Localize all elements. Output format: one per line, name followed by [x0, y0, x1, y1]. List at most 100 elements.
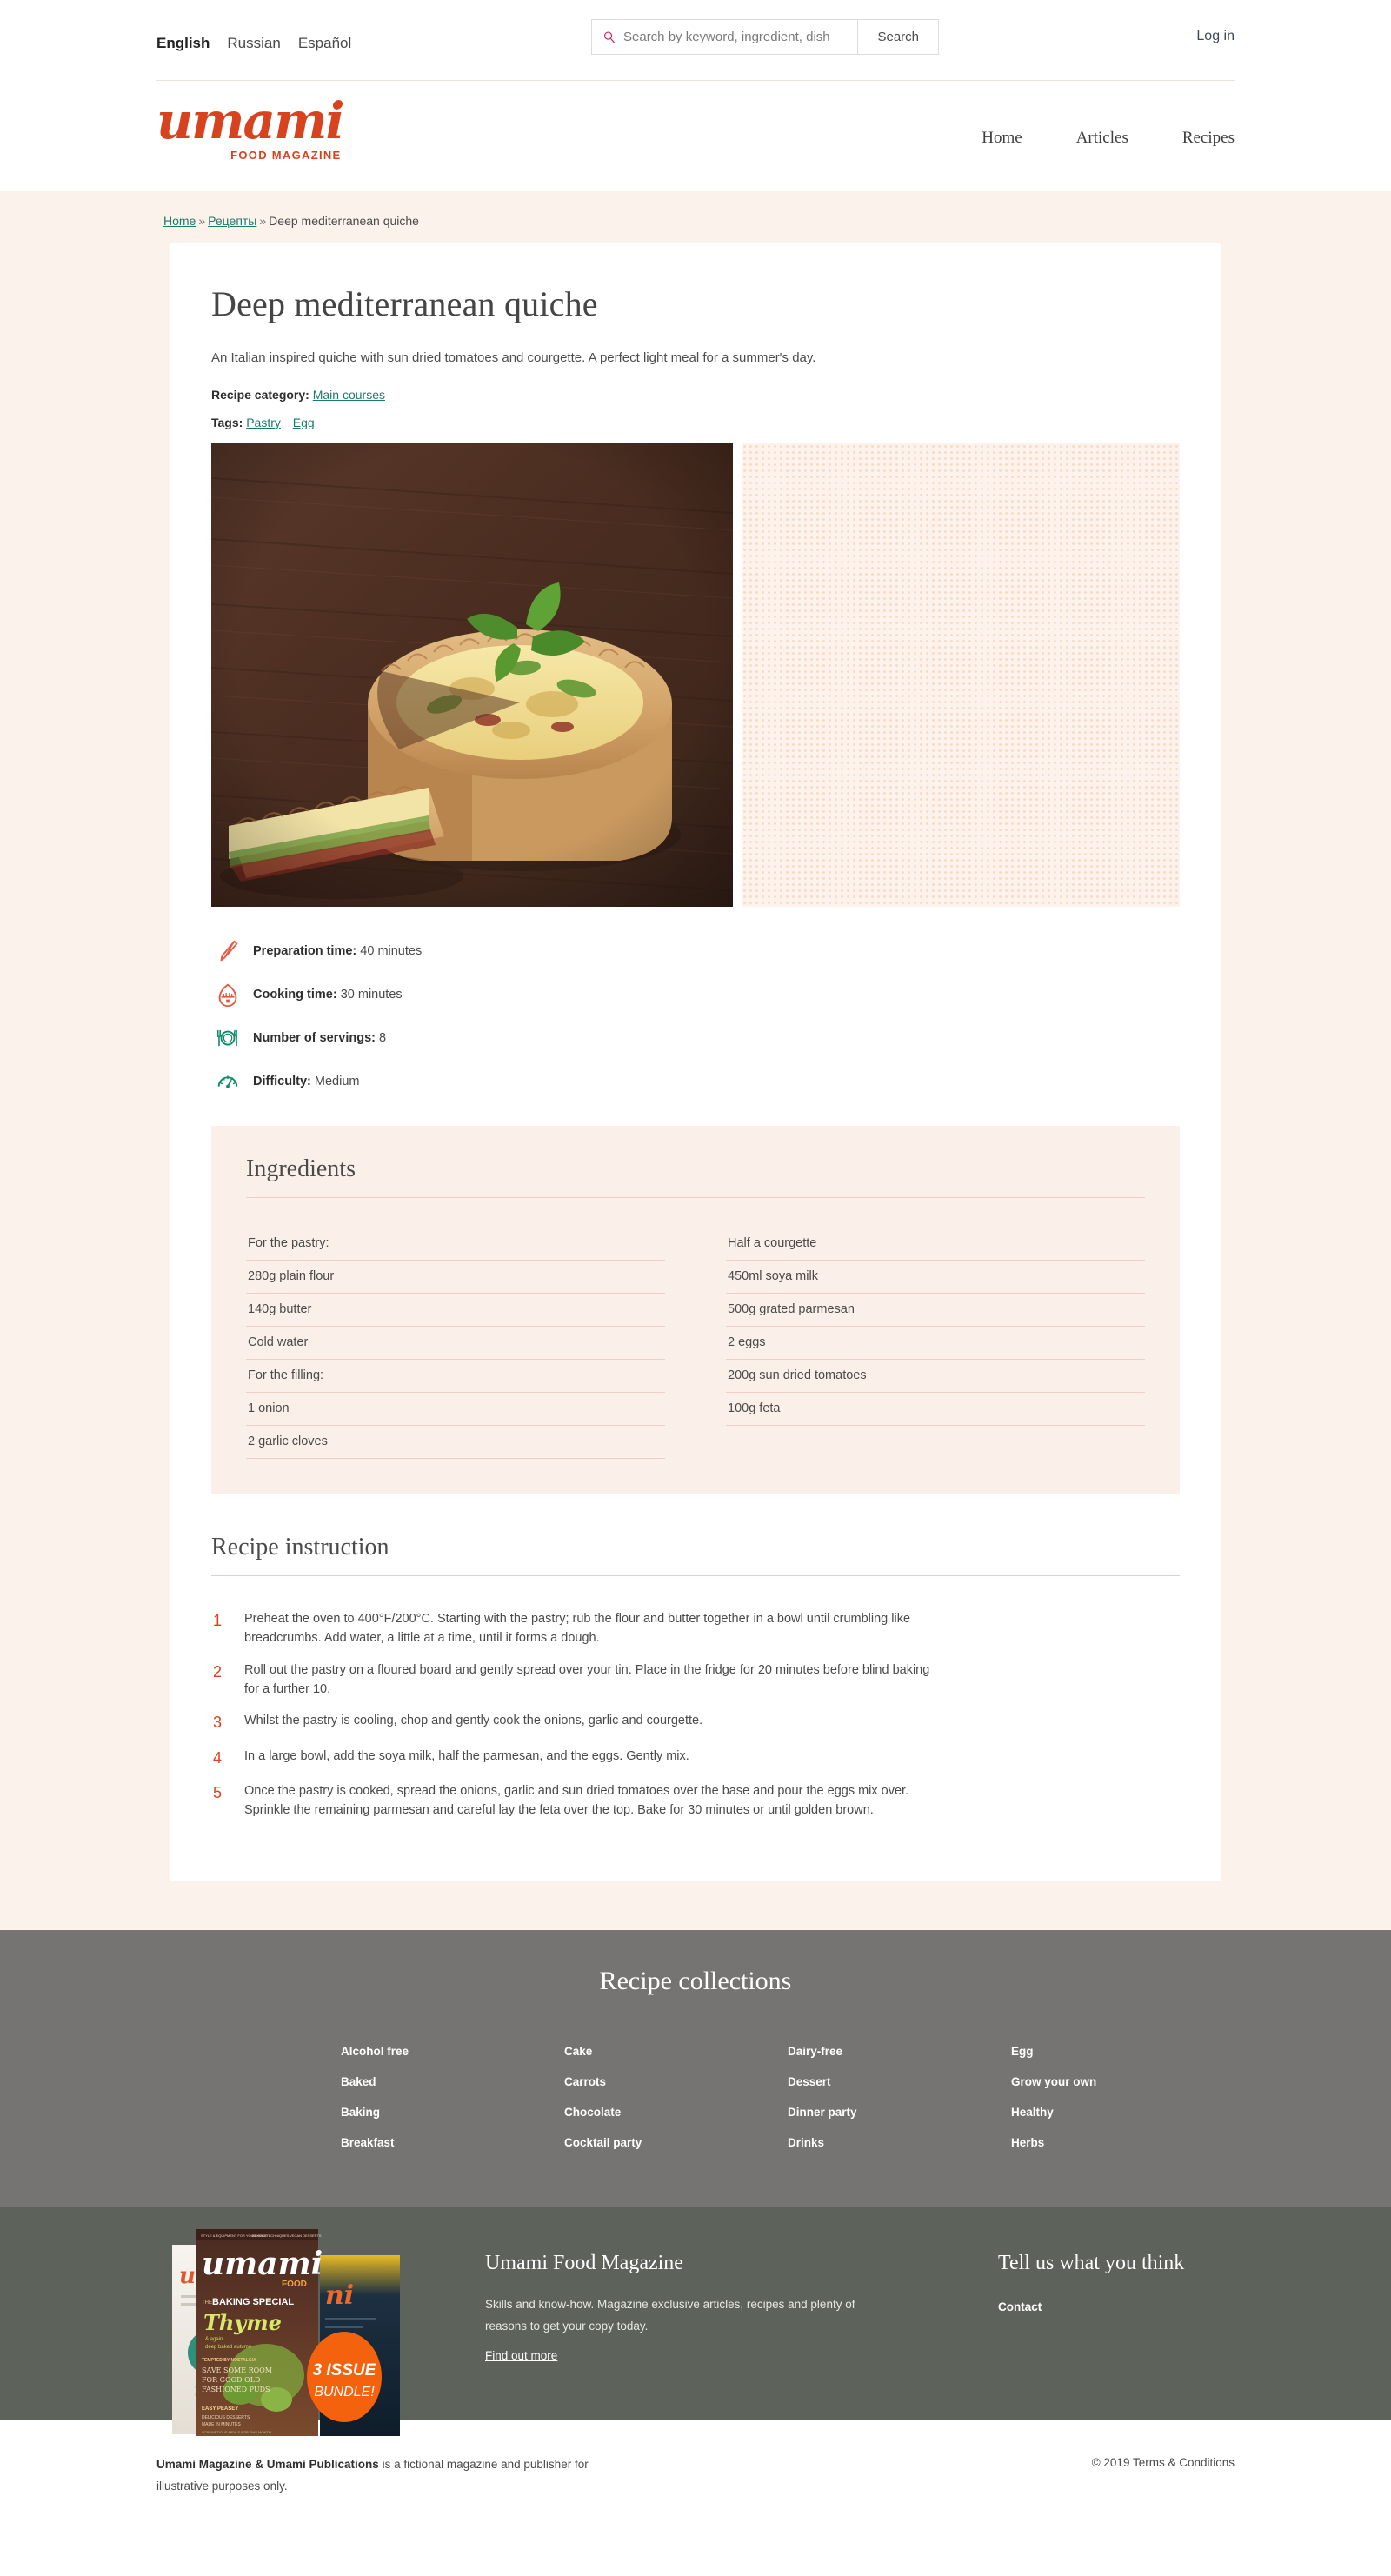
svg-text:MADE IN MINUTES: MADE IN MINUTES: [202, 2422, 241, 2427]
svg-text:SAVE SOME ROOM: SAVE SOME ROOM: [202, 2366, 272, 2374]
recipe-category-link[interactable]: Main courses: [313, 388, 385, 402]
svg-text:THE: THE: [202, 2300, 212, 2306]
fact-difficulty-text: Difficulty: Medium: [253, 1075, 359, 1088]
tag-link-egg[interactable]: Egg: [293, 416, 315, 429]
step-text: Whilst the pastry is cooling, chop and g…: [244, 1714, 703, 1728]
contact-link[interactable]: Contact: [998, 2300, 1042, 2313]
instruction-steps: 1 Preheat the oven to 400°F/200°C. Start…: [211, 1609, 1180, 1821]
promo-heading: Umami Food Magazine: [485, 2251, 683, 2274]
recipe-description: An Italian inspired quiche with sun drie…: [211, 350, 816, 366]
svg-text:BAKING TECHNIQUES: BAKING TECHNIQUES: [252, 2233, 290, 2238]
ingredients-section: Ingredients For the pastry: 280g plain f…: [211, 1125, 1180, 1494]
tag-link-pastry[interactable]: Pastry: [246, 416, 281, 429]
feedback-block: Tell us what you think Contact: [998, 2207, 1184, 2420]
collection-link[interactable]: Drinks: [788, 2127, 1011, 2158]
collection-link[interactable]: Breakfast: [341, 2127, 564, 2158]
instruction-step: 4 In a large bowl, add the soya milk, ha…: [213, 1747, 1180, 1769]
fact-preparation-value: 40 minutes: [360, 943, 423, 958]
nav-item-recipes[interactable]: Recipes: [1182, 129, 1235, 148]
collection-link[interactable]: Cake: [564, 2036, 788, 2067]
svg-text:SCRUMPTIOUS MEALS FOR THIS MON: SCRUMPTIOUS MEALS FOR THIS MONTH: [202, 2430, 271, 2434]
primary-navigation: Home Articles Recipes: [982, 129, 1235, 148]
language-option-russian[interactable]: Russian: [227, 36, 280, 50]
fact-preparation-text: Preparation time: 40 minutes: [253, 944, 422, 958]
breadcrumb-current: Deep mediterranean quiche: [269, 214, 419, 229]
search-button[interactable]: Search: [857, 20, 938, 54]
collection-link[interactable]: Dairy-free: [788, 2036, 1011, 2067]
ingredient-item: 200g sun dried tomatoes: [726, 1360, 1145, 1393]
ingredient-item: 280g plain flour: [246, 1261, 665, 1294]
masthead: umami FOOD MAGAZINE Home Articles Recipe…: [0, 85, 1391, 192]
breadcrumb-link-section[interactable]: Рецепты: [208, 214, 256, 228]
language-option-english[interactable]: English: [156, 36, 210, 50]
ingredient-item: 450ml soya milk: [726, 1261, 1145, 1294]
egg-timer-icon: [218, 983, 237, 1007]
ingredient-item: Half a courgette: [726, 1228, 1145, 1261]
fact-cooking-text: Cooking time: 30 minutes: [253, 988, 403, 1002]
page-title: Deep mediterranean quiche: [211, 284, 598, 324]
collection-link[interactable]: Alcohol free: [341, 2036, 564, 2067]
login-link[interactable]: Log in: [1196, 29, 1235, 44]
recipe-hero-image: [211, 443, 733, 907]
collection-link[interactable]: Healthy: [1011, 2097, 1235, 2127]
collection-link[interactable]: Baking: [341, 2097, 564, 2127]
ingredient-item: 140g butter: [246, 1294, 665, 1327]
collection-link[interactable]: Carrots: [564, 2067, 788, 2097]
ingredient-item: For the filling:: [246, 1360, 665, 1393]
ingredients-column-right: Half a courgette 450ml soya milk 500g gr…: [726, 1228, 1145, 1459]
step-number: 3: [213, 1714, 223, 1732]
collection-link[interactable]: Herbs: [1011, 2127, 1235, 2158]
ingredient-item: 1 onion: [246, 1393, 665, 1426]
svg-text:& again: & again: [205, 2337, 223, 2342]
breadcrumb-link-home[interactable]: Home: [163, 214, 196, 228]
step-number: 1: [213, 1611, 223, 1629]
ingredients-column-left: For the pastry: 280g plain flour 140g bu…: [246, 1228, 665, 1459]
site-logo[interactable]: umami FOOD MAGAZINE: [156, 96, 345, 163]
find-out-more-link[interactable]: Find out more: [485, 2349, 557, 2362]
search-input[interactable]: [623, 30, 858, 44]
step-number: 5: [213, 1783, 223, 1801]
svg-text:deep baked autumn: deep baked autumn: [205, 2345, 251, 2350]
collection-link[interactable]: Baked: [341, 2067, 564, 2097]
collection-link[interactable]: Cocktail party: [564, 2127, 788, 2158]
ingredients-heading: Ingredients: [246, 1155, 1145, 1198]
collection-link[interactable]: Dinner party: [788, 2097, 1011, 2127]
page-background: Home» Рецепты» Deep mediterranean quiche D…: [0, 191, 1391, 1930]
language-option-spanish[interactable]: Español: [298, 36, 351, 50]
svg-text:FOOD: FOOD: [282, 2280, 307, 2289]
step-text: Once the pastry is cooked, spread the on…: [244, 1783, 909, 1818]
recipe-tags-label: Tags:: [211, 415, 243, 429]
collection-link[interactable]: Egg: [1011, 2036, 1235, 2067]
fact-cooking-value: 30 minutes: [340, 987, 403, 1002]
instruction-step: 5 Once the pastry is cooked, spread the …: [213, 1781, 1180, 1821]
collection-link[interactable]: Dessert: [788, 2067, 1011, 2097]
instruction-step: 2 Roll out the pastry on a floured board…: [213, 1661, 1180, 1700]
ingredient-item: 2 eggs: [726, 1327, 1145, 1360]
collection-link[interactable]: Chocolate: [564, 2097, 788, 2127]
decorative-dot-pattern: [742, 443, 1180, 907]
recipe-facts: Preparation time: 40 minutes Cooking tim…: [211, 938, 1180, 1095]
ingredient-item: For the pastry:: [246, 1228, 665, 1261]
promo-body: Skills and know-how. Magazine exclusive …: [485, 2297, 855, 2333]
svg-text:EASY PEASEY: EASY PEASEY: [202, 2406, 238, 2412]
collection-link[interactable]: Grow your own: [1011, 2067, 1235, 2097]
svg-text:DELICIOUS DESSERTS: DELICIOUS DESSERTS: [202, 2415, 250, 2420]
nav-item-articles[interactable]: Articles: [1076, 129, 1128, 148]
fact-preparation-label: Preparation time:: [253, 943, 357, 958]
magazine-cover-stack-illustration: un ni STYLE & EQUIPMENT FOR YOUR HOME BA…: [172, 2228, 400, 2436]
terms-and-conditions-link[interactable]: © 2019 Terms & Conditions: [1092, 2454, 1235, 2498]
ingredient-item: 100g feta: [726, 1393, 1145, 1426]
recipe-category-label: Recipe category:: [211, 387, 309, 402]
fact-servings: Number of servings: 8: [211, 1025, 1180, 1051]
nav-item-home[interactable]: Home: [982, 129, 1022, 148]
svg-text:BAKING SPECIAL: BAKING SPECIAL: [212, 2297, 294, 2307]
svg-text:ni: ni: [325, 2280, 354, 2311]
fact-cooking-time: Cooking time: 30 minutes: [211, 982, 1180, 1008]
instruction-heading: Recipe instruction: [211, 1534, 1180, 1576]
breadcrumb-separator-1: »: [198, 214, 206, 229]
collections-grid: Alcohol free Cake Dairy-free Egg Baked C…: [156, 2036, 1235, 2158]
search-field-wrapper: [592, 20, 858, 54]
svg-text:Thyme: Thyme: [203, 2310, 282, 2335]
svg-text:TEMPTED BY NOSTALGIA: TEMPTED BY NOSTALGIA: [202, 2358, 256, 2363]
logo-tagline: FOOD MAGAZINE: [230, 149, 342, 163]
